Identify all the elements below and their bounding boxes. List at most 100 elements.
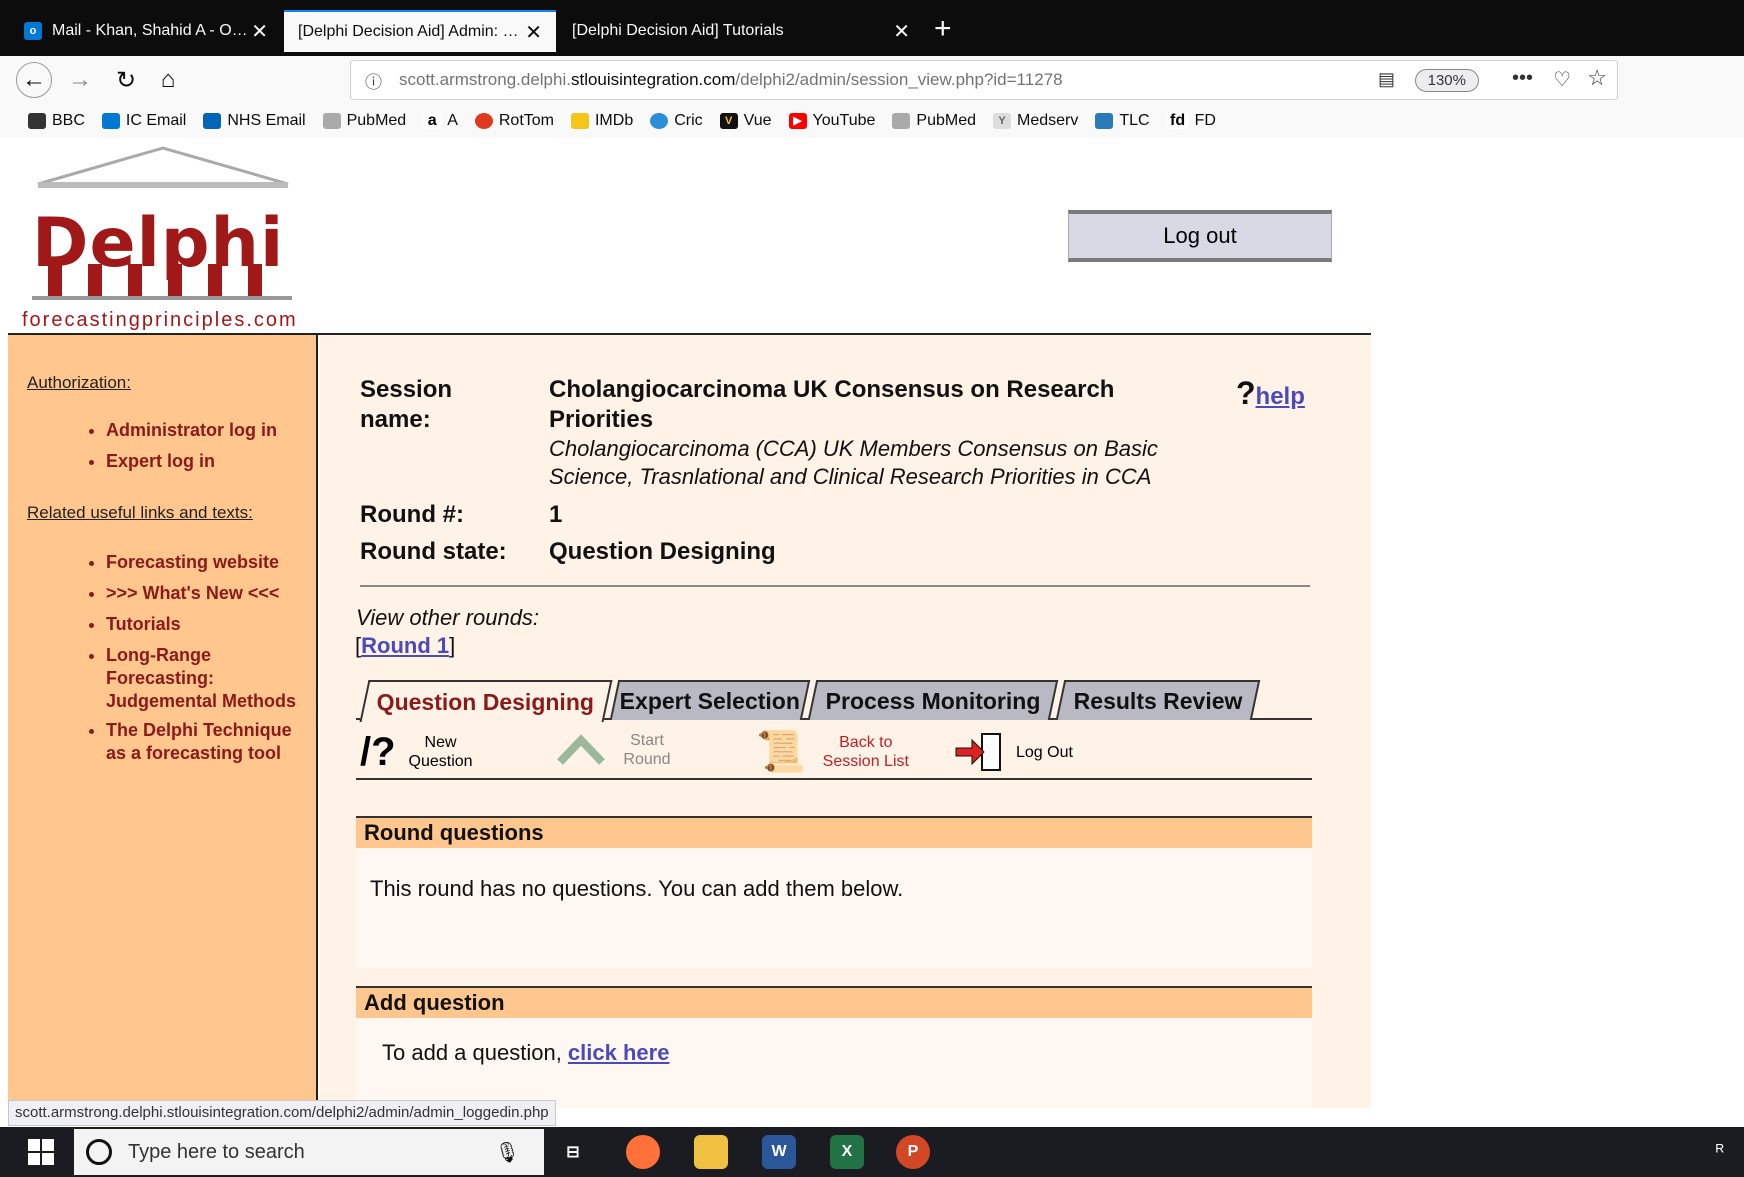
bookmark-vue[interactable]: V Vue bbox=[719, 112, 772, 130]
session-divider bbox=[360, 585, 1310, 587]
bookmark-fd[interactable]: fd FD bbox=[1166, 112, 1216, 130]
round-1-link[interactable]: Round 1 bbox=[361, 633, 449, 658]
bookmark-pubmed-2[interactable]: PubMed bbox=[892, 112, 976, 130]
tab-outlook-mail[interactable]: o Mail - Khan, Shahid A - Outlook ✕ bbox=[10, 10, 282, 52]
bookmark-tlc[interactable]: TLC bbox=[1095, 112, 1150, 130]
logout-button[interactable]: Log out bbox=[1068, 210, 1332, 262]
sidebar-link-expert-login[interactable]: Expert log in bbox=[106, 450, 277, 473]
sidebar-link-admin-login[interactable]: Administrator log in bbox=[106, 419, 277, 442]
tab-expert-selection[interactable]: Expert Selection bbox=[609, 680, 811, 720]
session-name-value: Cholangiocarcinoma UK Consensus on Resea… bbox=[549, 376, 1115, 433]
bookmark-ic-email[interactable]: IC Email bbox=[101, 112, 186, 130]
add-question-body: To add a question, click here bbox=[356, 1018, 1312, 1108]
mail-icon bbox=[101, 113, 120, 129]
bookmark-star-icon[interactable]: ☆ bbox=[1587, 65, 1607, 91]
tab-delphi-tutorials[interactable]: [Delphi Decision Aid] Tutorials ✕ bbox=[558, 10, 924, 52]
log-out-tool-button[interactable]: Log Out bbox=[954, 730, 1073, 774]
wand-question-icon: /? bbox=[360, 730, 396, 774]
windows-start-icon[interactable] bbox=[28, 1139, 54, 1165]
logo-subtitle: forecastingprinciples.com bbox=[22, 309, 298, 331]
tab-results-review[interactable]: Results Review bbox=[1055, 680, 1261, 720]
forward-button[interactable]: → bbox=[62, 62, 98, 98]
pubmed-icon bbox=[322, 113, 341, 129]
sidebar: Authorization: Administrator log in Expe… bbox=[8, 335, 318, 1108]
round-number-value: 1 bbox=[549, 501, 563, 528]
bookmark-youtube[interactable]: ▶ YouTube bbox=[788, 112, 875, 130]
firefox-icon[interactable] bbox=[626, 1135, 660, 1169]
help-link[interactable]: ?help bbox=[1236, 375, 1305, 412]
bookmark-nhs-email[interactable]: NHS Email bbox=[203, 112, 306, 130]
tab-process-monitoring[interactable]: Process Monitoring bbox=[807, 680, 1059, 720]
fd-icon: fd bbox=[1166, 113, 1189, 129]
scroll-list-icon: 📜 bbox=[756, 730, 806, 774]
excel-icon[interactable]: X bbox=[830, 1135, 864, 1169]
new-question-button[interactable]: /? New Question bbox=[360, 730, 476, 774]
windows-taskbar: Type here to search 🎙 ⊟ W X P ᴿ bbox=[0, 1127, 1744, 1177]
bookmark-amazon[interactable]: aA bbox=[423, 112, 458, 130]
tab-question-designing[interactable]: Question Designing bbox=[359, 680, 613, 722]
back-button[interactable]: ← bbox=[16, 62, 52, 98]
zoom-level-button[interactable]: 130% bbox=[1414, 69, 1479, 92]
close-icon[interactable]: ✕ bbox=[893, 19, 910, 44]
round-state-label: Round state: bbox=[360, 538, 507, 565]
tab-delphi-admin[interactable]: [Delphi Decision Aid] Admin: View ✕ bbox=[284, 10, 556, 52]
add-question-header: Add question bbox=[356, 986, 1312, 1018]
file-explorer-icon[interactable] bbox=[694, 1135, 728, 1169]
people-icon[interactable]: ᴿ bbox=[1716, 1141, 1724, 1162]
bookmark-cric[interactable]: Cric bbox=[650, 112, 703, 130]
reader-view-icon[interactable]: ▤ bbox=[1378, 69, 1395, 90]
close-icon[interactable]: ✕ bbox=[251, 19, 268, 44]
home-button[interactable]: ⌂ bbox=[150, 62, 186, 98]
pocket-icon[interactable]: ♡ bbox=[1553, 67, 1571, 92]
round-link-container: [Round 1] bbox=[355, 633, 456, 658]
powerpoint-icon[interactable]: P bbox=[896, 1135, 930, 1169]
bookmark-rottom[interactable]: RotTom bbox=[474, 112, 554, 130]
link-status-bar: scott.armstrong.delphi.stlouisintegratio… bbox=[8, 1100, 556, 1126]
more-actions-icon[interactable]: ••• bbox=[1512, 67, 1533, 90]
bookmark-bbc[interactable]: BBC bbox=[28, 112, 85, 130]
authorization-heading[interactable]: Authorization: bbox=[27, 373, 131, 393]
exit-door-icon bbox=[955, 733, 1001, 771]
session-description: Cholangiocarcinoma (CCA) UK Members Cons… bbox=[549, 436, 1158, 489]
add-question-link[interactable]: click here bbox=[568, 1040, 670, 1065]
session-name-label: Session name: bbox=[360, 376, 453, 433]
sidebar-link-tutorials[interactable]: Tutorials bbox=[106, 613, 306, 636]
bookmark-medserv[interactable]: Y Medserv bbox=[993, 112, 1078, 130]
microphone-icon[interactable]: 🎙 bbox=[495, 1140, 520, 1165]
question-mark-icon: ? bbox=[1236, 375, 1256, 411]
bookmark-pubmed[interactable]: PubMed bbox=[322, 112, 406, 130]
bookmark-imdb[interactable]: IMDb bbox=[570, 112, 633, 130]
reload-button[interactable]: ↻ bbox=[108, 62, 144, 98]
close-icon[interactable]: ✕ bbox=[525, 20, 542, 45]
amazon-icon: a bbox=[423, 113, 442, 129]
taskbar-search-box[interactable]: Type here to search 🎙 bbox=[74, 1129, 544, 1175]
bookmarks-toolbar: BBC IC Email NHS Email PubMed aA RotTom … bbox=[0, 104, 1744, 138]
back-to-session-list-button[interactable]: 📜 Back to Session List bbox=[756, 730, 916, 774]
add-question-text: To add a question, click here bbox=[382, 1040, 670, 1065]
round-number-label: Round #: bbox=[360, 501, 464, 528]
start-round-button[interactable]: Start Round bbox=[556, 730, 682, 770]
round-state-value: Question Designing bbox=[549, 538, 776, 565]
task-view-icon[interactable]: ⊟ bbox=[556, 1135, 590, 1169]
outlook-icon bbox=[203, 113, 222, 129]
vue-icon: V bbox=[719, 113, 738, 129]
main-panel: Session name: Cholangiocarcinoma UK Cons… bbox=[320, 335, 1371, 1108]
sidebar-link-forecasting-website[interactable]: Forecasting website bbox=[106, 551, 306, 574]
related-links-heading[interactable]: Related useful links and texts: bbox=[27, 503, 253, 523]
address-bar[interactable]: ⓘ scott.armstrong.delphi.stlouisintegrat… bbox=[350, 60, 1618, 100]
sidebar-link-delphi-technique[interactable]: The Delphi Technique as a forecasting to… bbox=[106, 719, 306, 765]
page-content: Delphi forecastingprinciples.com Log out… bbox=[0, 138, 1744, 1108]
new-tab-button[interactable]: + bbox=[934, 12, 952, 46]
round-questions-header: Round questions bbox=[356, 816, 1312, 848]
info-icon[interactable]: ⓘ bbox=[365, 68, 387, 93]
youtube-icon: ▶ bbox=[788, 113, 807, 129]
sidebar-link-long-range-forecasting[interactable]: Long-Range Forecasting: Judgemental Meth… bbox=[106, 644, 306, 713]
taskbar-search-placeholder: Type here to search bbox=[128, 1140, 305, 1163]
cricket-icon bbox=[650, 113, 669, 129]
browser-nav-bar: ← → ↻ ⌂ ⓘ scott.armstrong.delphi.stlouis… bbox=[0, 56, 1744, 104]
session-toolbar: /? New Question Start Round 📜 Back to Se… bbox=[356, 728, 1312, 780]
delphi-logo[interactable]: Delphi forecastingprinciples.com bbox=[18, 144, 308, 340]
sidebar-link-whats-new[interactable]: >>> What's New <<< bbox=[106, 582, 306, 605]
related-links: Forecasting website >>> What's New <<< T… bbox=[106, 551, 306, 771]
word-icon[interactable]: W bbox=[762, 1135, 796, 1169]
